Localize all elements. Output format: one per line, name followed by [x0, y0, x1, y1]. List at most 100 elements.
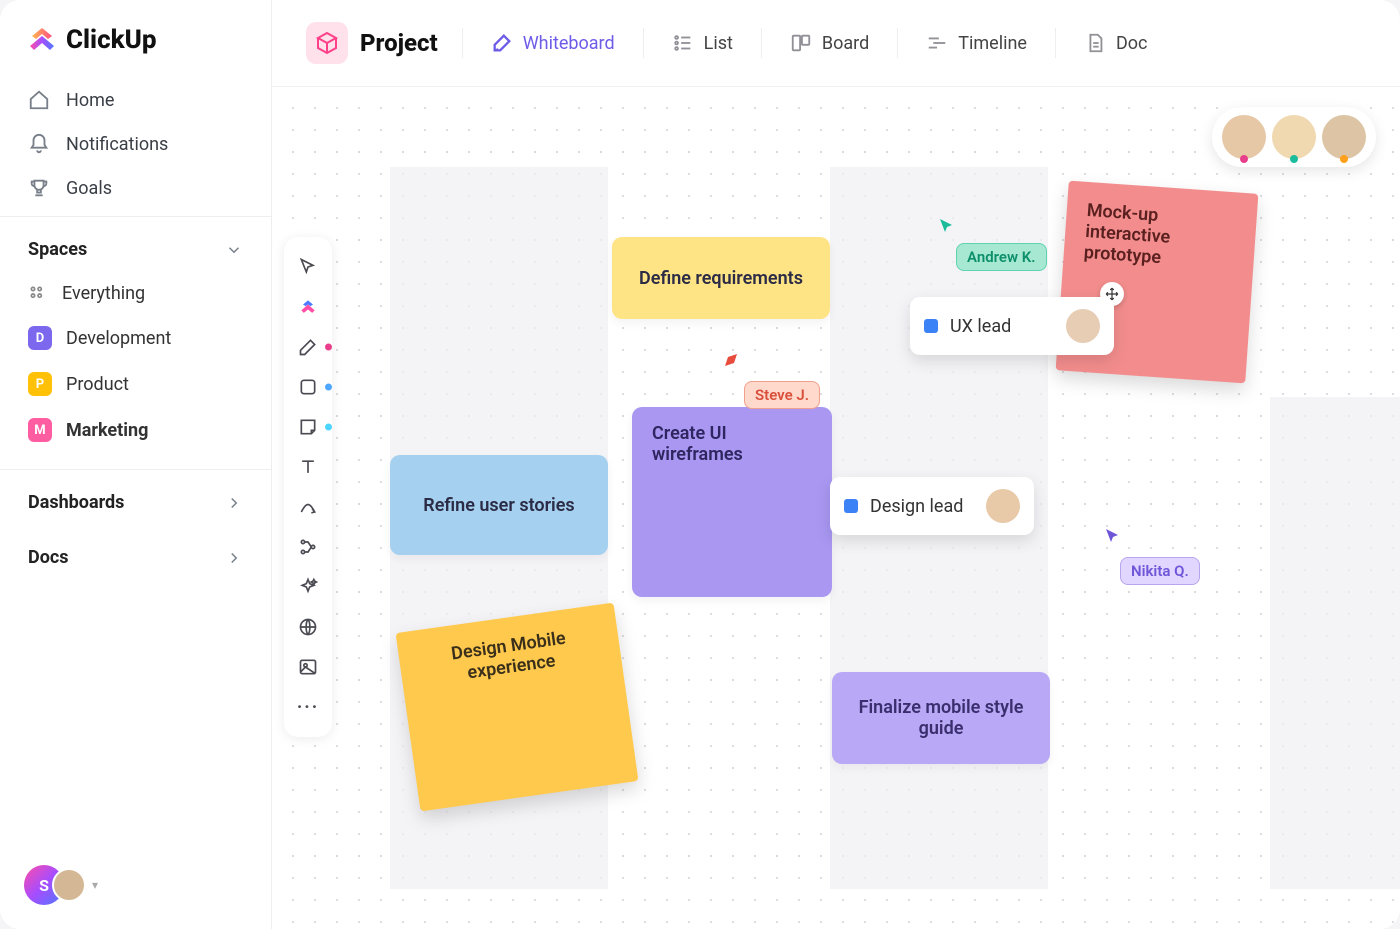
dashboards-label: Dashboards: [28, 492, 124, 513]
space-label: Development: [66, 328, 171, 349]
space-label: Marketing: [66, 420, 148, 441]
logo-text: ClickUp: [66, 25, 157, 55]
docs-header[interactable]: Docs: [0, 541, 271, 580]
pencil-cursor-icon: [722, 349, 742, 369]
presence-avatar[interactable]: [1322, 115, 1366, 159]
sticky-label: Design Mobile experience: [418, 623, 602, 690]
view-list[interactable]: List: [668, 26, 737, 60]
card-create-ui-wireframes[interactable]: Create UI wireframes: [632, 407, 832, 597]
cursor-tag-andrew: Andrew K.: [956, 243, 1047, 271]
nav-notifications[interactable]: Notifications: [14, 122, 257, 166]
chevron-right-icon: [225, 494, 243, 512]
card-label: Define requirements: [639, 268, 803, 289]
avatar: [1066, 309, 1100, 343]
logo[interactable]: ClickUp: [0, 0, 271, 72]
card-label: Create UI wireframes: [652, 423, 743, 465]
tool-web[interactable]: [290, 609, 326, 645]
sticky-label: Mock-up interactive prototype: [1083, 200, 1171, 268]
space-label: Product: [66, 374, 129, 395]
tool-connector[interactable]: [290, 489, 326, 525]
topbar: Project Whiteboard List Board Timeline: [272, 0, 1400, 87]
spaces-header-label: Spaces: [28, 239, 87, 260]
user-menu[interactable]: S ▾: [24, 865, 98, 905]
project-switcher[interactable]: Project: [306, 22, 438, 64]
docs-label: Docs: [28, 547, 68, 568]
view-timeline[interactable]: Timeline: [922, 26, 1031, 60]
cursor-pointer-icon: [1104, 527, 1122, 545]
timeline-icon: [926, 32, 948, 54]
presence-avatar[interactable]: [1222, 115, 1266, 159]
spaces-header[interactable]: Spaces: [0, 233, 271, 272]
cube-icon: [306, 22, 348, 64]
nav-home-label: Home: [66, 90, 114, 111]
presence-avatar[interactable]: [1272, 115, 1316, 159]
nav-home[interactable]: Home: [14, 78, 257, 122]
grid-icon: [28, 284, 48, 304]
cursor-tag-steve: Steve J.: [744, 381, 820, 409]
tool-relationships[interactable]: [290, 529, 326, 565]
whiteboard-toolbar: ···: [284, 237, 332, 737]
cursor-tag-nikita: Nikita Q.: [1120, 557, 1200, 585]
caret-down-icon: ▾: [92, 878, 98, 892]
tool-pointer[interactable]: [290, 249, 326, 285]
tool-pen[interactable]: [290, 329, 326, 365]
task-design-lead[interactable]: Design lead: [830, 477, 1034, 535]
task-label: Design lead: [870, 496, 963, 517]
tool-text[interactable]: [290, 449, 326, 485]
view-label: Board: [822, 33, 869, 54]
view-doc[interactable]: Doc: [1080, 26, 1152, 60]
whiteboard-icon: [491, 32, 513, 54]
nav-goals-label: Goals: [66, 178, 112, 199]
space-product[interactable]: P Product: [0, 361, 271, 407]
view-whiteboard[interactable]: Whiteboard: [487, 26, 619, 60]
board-icon: [790, 32, 812, 54]
space-badge: D: [28, 326, 52, 350]
view-label: Doc: [1116, 33, 1148, 54]
tool-more[interactable]: ···: [290, 689, 326, 725]
space-marketing[interactable]: M Marketing: [0, 407, 271, 453]
doc-icon: [1084, 32, 1106, 54]
trophy-icon: [28, 177, 50, 199]
avatar: [986, 489, 1020, 523]
card-refine-user-stories[interactable]: Refine user stories: [390, 455, 608, 555]
tool-sticky[interactable]: [290, 409, 326, 445]
view-board[interactable]: Board: [786, 26, 873, 60]
sticky-design-mobile[interactable]: Design Mobile experience: [396, 603, 639, 812]
whiteboard-canvas[interactable]: ··· Define requirements Refine user stor…: [272, 87, 1400, 929]
nav-goals[interactable]: Goals: [14, 166, 257, 210]
sidebar: ClickUp Home Notifications Goals Spaces: [0, 0, 272, 929]
chevron-right-icon: [225, 549, 243, 567]
card-label: Refine user stories: [423, 495, 574, 516]
card-label: Finalize mobile style guide: [852, 697, 1030, 739]
user-avatar: [52, 868, 86, 902]
view-label: Timeline: [958, 33, 1027, 54]
space-everything[interactable]: Everything: [0, 272, 271, 315]
task-label: UX lead: [950, 316, 1011, 337]
tool-clickup[interactable]: [290, 289, 326, 325]
chevron-down-icon: [225, 241, 243, 259]
task-ux-lead[interactable]: UX lead: [910, 297, 1114, 355]
dashboards-header[interactable]: Dashboards: [0, 486, 271, 525]
space-everything-label: Everything: [62, 283, 145, 304]
view-label: List: [704, 33, 733, 54]
card-define-requirements[interactable]: Define requirements: [612, 237, 830, 319]
tool-ai[interactable]: [290, 569, 326, 605]
clickup-logo-icon: [26, 24, 58, 56]
task-status-icon: [924, 319, 938, 333]
space-development[interactable]: D Development: [0, 315, 271, 361]
bell-icon: [28, 133, 50, 155]
list-icon: [672, 32, 694, 54]
project-title: Project: [360, 29, 438, 57]
nav-notifications-label: Notifications: [66, 134, 168, 155]
main: Project Whiteboard List Board Timeline: [272, 0, 1400, 929]
presence-avatars[interactable]: [1212, 107, 1376, 167]
space-badge: M: [28, 418, 52, 442]
tool-image[interactable]: [290, 649, 326, 685]
card-finalize-style-guide[interactable]: Finalize mobile style guide: [832, 672, 1050, 764]
tool-shape[interactable]: [290, 369, 326, 405]
cursor-pointer-icon: [938, 217, 956, 235]
task-status-icon: [844, 499, 858, 513]
view-label: Whiteboard: [523, 33, 615, 54]
home-icon: [28, 89, 50, 111]
space-badge: P: [28, 372, 52, 396]
